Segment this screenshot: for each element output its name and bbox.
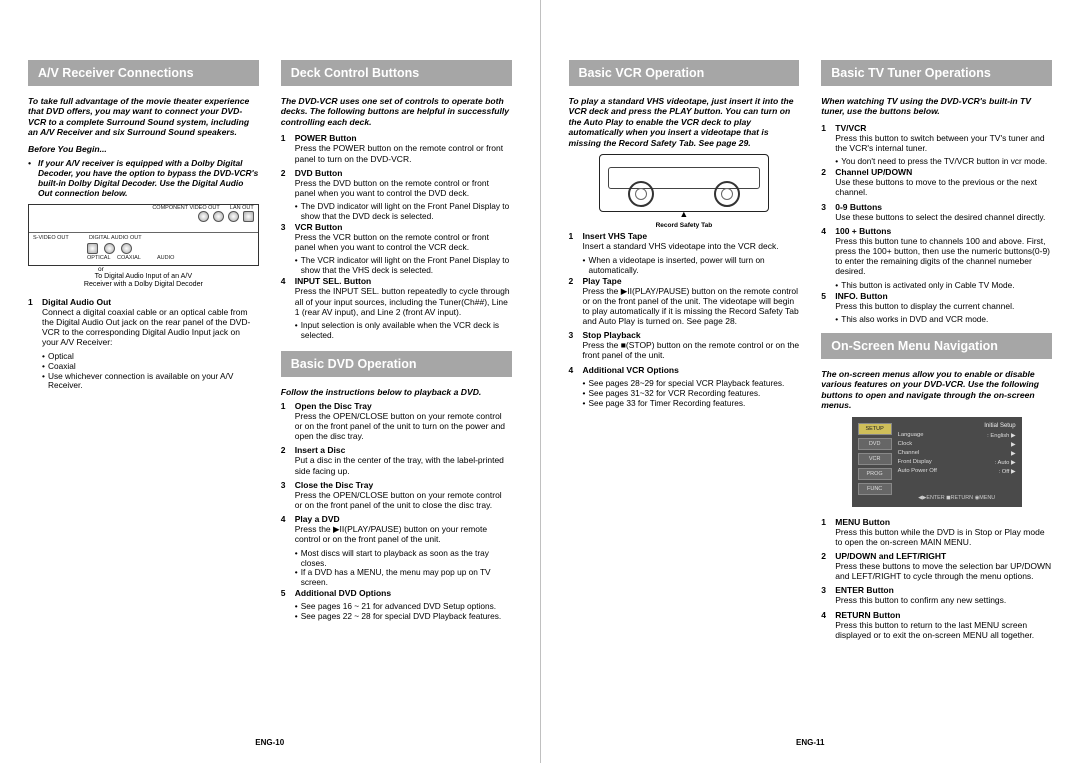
section-header-tv: Basic TV Tuner Operations	[821, 60, 1052, 86]
av-bypass: If your A/V receiver is equipped with a …	[28, 158, 259, 198]
page-footer-right: ENG-11	[569, 738, 1053, 747]
av-item-1: 1 Digital Audio Out Connect a digital co…	[28, 297, 259, 348]
av-diagram: COMPONENT VIDEO OUT LAN OUT S-VIDEO OUT …	[28, 204, 259, 266]
osd-mockup: SETUP DVD VCR PROG FUNC Initial Setup La…	[852, 417, 1022, 507]
page-right: Basic VCR Operation To play a standard V…	[541, 0, 1080, 763]
section-header-menu: On-Screen Menu Navigation	[821, 333, 1052, 359]
vhs-diagram: ▲ Record Safety Tab	[599, 154, 769, 229]
section-header-dvd: Basic DVD Operation	[281, 351, 512, 377]
section-header-vcr: Basic VCR Operation	[569, 60, 800, 86]
manual-spread: A/V Receiver Connections To take full ad…	[0, 0, 1080, 763]
section-header-deck: Deck Control Buttons	[281, 60, 512, 86]
page-left: A/V Receiver Connections To take full ad…	[0, 0, 540, 763]
av-intro: To take full advantage of the movie thea…	[28, 96, 259, 138]
col-tv-menu: Basic TV Tuner Operations When watching …	[821, 60, 1052, 732]
col-av: A/V Receiver Connections To take full ad…	[28, 60, 259, 732]
section-header-av: A/V Receiver Connections	[28, 60, 259, 86]
av-before: Before You Begin...	[28, 144, 259, 154]
col-vcr: Basic VCR Operation To play a standard V…	[569, 60, 800, 732]
page-footer-left: ENG-10	[28, 738, 512, 747]
col-deck-dvd: Deck Control Buttons The DVD-VCR uses on…	[281, 60, 512, 732]
